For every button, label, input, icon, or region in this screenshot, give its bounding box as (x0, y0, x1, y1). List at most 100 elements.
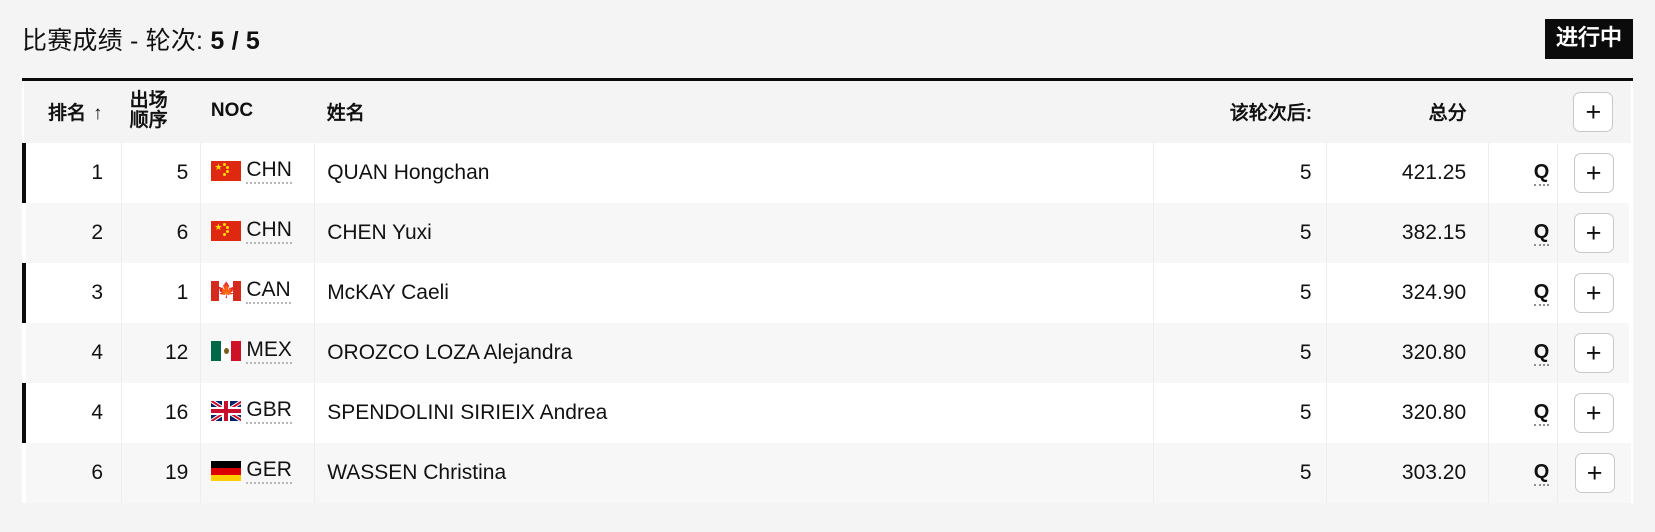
cell-athlete-name[interactable]: SPENDOLINI SIRIEIX Andrea (314, 383, 1154, 443)
page-title: 比赛成绩 - 轮次: 5 / 5 (22, 21, 260, 57)
cell-total-score: 324.90 (1326, 263, 1490, 323)
cell-expand: + (1558, 443, 1631, 503)
flag-icon-chn: ★ (211, 161, 242, 182)
expand-row-button[interactable]: + (1573, 213, 1614, 253)
column-header-expand-all: + (1557, 81, 1631, 143)
cell-rank: 1 (22, 143, 123, 203)
expand-row-button[interactable]: + (1573, 333, 1614, 373)
table-row[interactable]: 2 6 ★ CHN CHEN Yuxi 5 382.15 Q + (24, 203, 1631, 263)
table-row[interactable]: 4 16 GBR SPENDOLINI SIRIEIX Andrea 5 320.80 Q + (22, 383, 1631, 443)
table-body: 1 5 ★ CHN QUAN Hongchan 5 421.25 Q +2 6 ★ CHN CHEN Y… (22, 143, 1631, 503)
qualified-badge[interactable]: Q (1533, 402, 1550, 426)
cell-total-score: 303.20 (1326, 443, 1490, 503)
column-header-after-round-label: 该轮次后: (1229, 102, 1313, 124)
cell-expand: + (1558, 383, 1631, 443)
flag-icon-ger (211, 461, 242, 482)
cell-total-score: 320.80 (1326, 383, 1490, 443)
expand-row-button[interactable]: + (1573, 273, 1614, 313)
cell-after-round: 5 (1153, 263, 1327, 323)
noc-code: MEX (246, 338, 292, 364)
cell-noc: GER (200, 443, 316, 503)
flag-icon-chn: ★ (211, 221, 242, 242)
cell-start-order: 5 (121, 143, 202, 203)
column-header-noc-label: NOC (210, 100, 254, 121)
qualified-badge[interactable]: Q (1533, 342, 1550, 366)
column-header-total-label: 总分 (1428, 102, 1467, 124)
qualified-badge[interactable]: Q (1533, 222, 1550, 246)
flag-icon-gbr (211, 401, 242, 422)
cell-expand: + (1558, 143, 1631, 203)
expand-row-button[interactable]: + (1573, 153, 1614, 193)
cell-start-order: 6 (121, 203, 202, 263)
column-header-total[interactable]: 总分 (1326, 81, 1489, 143)
noc-code: GER (246, 458, 292, 484)
cell-expand: + (1558, 263, 1631, 323)
qualified-badge[interactable]: Q (1533, 162, 1550, 186)
cell-total-score: 320.80 (1326, 323, 1490, 383)
qualified-badge[interactable]: Q (1533, 462, 1550, 486)
cell-athlete-name[interactable]: OROZCO LOZA Alejandra (314, 323, 1154, 383)
cell-start-order: 19 (121, 443, 202, 503)
status-badge: 进行中 (1544, 19, 1633, 59)
results-table: 排名 ↑ 出场 顺序 NOC 姓名 该轮次后: 总分 + 1 5 ★ CHN QUAN H… (22, 81, 1633, 503)
cell-noc: GBR (200, 383, 316, 443)
results-page: 比赛成绩 - 轮次: 5 / 5 进行中 排名 ↑ 出场 顺序 NOC 姓名 该轮… (0, 0, 1655, 532)
noc-code: CHN (246, 158, 292, 184)
cell-after-round: 5 (1153, 323, 1327, 383)
cell-rank: 6 (24, 443, 123, 503)
cell-noc: 🍁 CAN (200, 263, 316, 323)
cell-after-round: 5 (1153, 203, 1327, 263)
cell-qualified: Q (1488, 263, 1559, 323)
cell-qualified: Q (1488, 143, 1559, 203)
flag-icon-can: 🍁 (211, 281, 242, 302)
noc-code: CAN (246, 278, 291, 304)
round-total: 5 (245, 27, 260, 55)
round-separator: / (224, 27, 246, 55)
cell-start-order: 16 (121, 383, 202, 443)
cell-rank: 4 (24, 323, 123, 383)
table-row[interactable]: 3 1 🍁 CAN McKAY Caeli 5 324.90 Q + (22, 263, 1631, 323)
header-row: 排名 ↑ 出场 顺序 NOC 姓名 该轮次后: 总分 + (24, 81, 1631, 143)
column-header-noc[interactable]: NOC (200, 81, 315, 143)
cell-rank: 2 (24, 203, 123, 263)
results-table-container: 排名 ↑ 出场 顺序 NOC 姓名 该轮次后: 总分 + 1 5 ★ CHN QUAN H… (22, 78, 1633, 503)
cell-qualified: Q (1488, 323, 1559, 383)
cell-noc: MEX (200, 323, 316, 383)
column-header-start-order-label: 出场 顺序 (129, 89, 168, 131)
cell-noc: ★ CHN (200, 203, 316, 263)
table-row[interactable]: 6 19 GER WASSEN Christina 5 303.20 Q + (24, 443, 1631, 503)
cell-athlete-name[interactable]: WASSEN Christina (314, 443, 1154, 503)
page-header: 比赛成绩 - 轮次: 5 / 5 进行中 (0, 0, 1655, 78)
cell-athlete-name[interactable]: McKAY Caeli (314, 263, 1154, 323)
noc-code: GBR (246, 398, 292, 424)
sort-ascending-icon: ↑ (93, 102, 103, 124)
column-header-qualified (1488, 81, 1558, 143)
cell-qualified: Q (1488, 203, 1559, 263)
table-row[interactable]: 4 12 MEX OROZCO LOZA Alejandra 5 320.80 Q + (24, 323, 1631, 383)
cell-start-order: 1 (121, 263, 202, 323)
cell-total-score: 382.15 (1326, 203, 1490, 263)
cell-noc: ★ CHN (200, 143, 316, 203)
column-header-rank[interactable]: 排名 ↑ (24, 81, 122, 143)
page-title-prefix: 比赛成绩 - 轮次: (22, 27, 211, 55)
qualified-badge[interactable]: Q (1533, 282, 1550, 306)
cell-expand: + (1558, 203, 1631, 263)
column-header-start-order[interactable]: 出场 顺序 (121, 81, 201, 143)
flag-icon-mex (211, 341, 242, 362)
cell-total-score: 421.25 (1326, 143, 1490, 203)
cell-rank: 3 (22, 263, 123, 323)
column-header-after-round: 该轮次后: (1153, 81, 1327, 143)
cell-athlete-name[interactable]: CHEN Yuxi (314, 203, 1154, 263)
expand-row-button[interactable]: + (1574, 453, 1615, 493)
column-header-name-label: 姓名 (326, 102, 365, 124)
expand-row-button[interactable]: + (1573, 393, 1614, 433)
cell-qualified: Q (1488, 443, 1559, 503)
cell-athlete-name[interactable]: QUAN Hongchan (314, 143, 1154, 203)
cell-rank: 4 (22, 383, 123, 443)
column-header-name[interactable]: 姓名 (314, 81, 1154, 143)
noc-code: CHN (246, 218, 292, 244)
cell-start-order: 12 (121, 323, 202, 383)
table-header: 排名 ↑ 出场 顺序 NOC 姓名 该轮次后: 总分 + (24, 81, 1631, 143)
table-row[interactable]: 1 5 ★ CHN QUAN Hongchan 5 421.25 Q + (22, 143, 1631, 203)
expand-all-button[interactable]: + (1573, 92, 1614, 132)
